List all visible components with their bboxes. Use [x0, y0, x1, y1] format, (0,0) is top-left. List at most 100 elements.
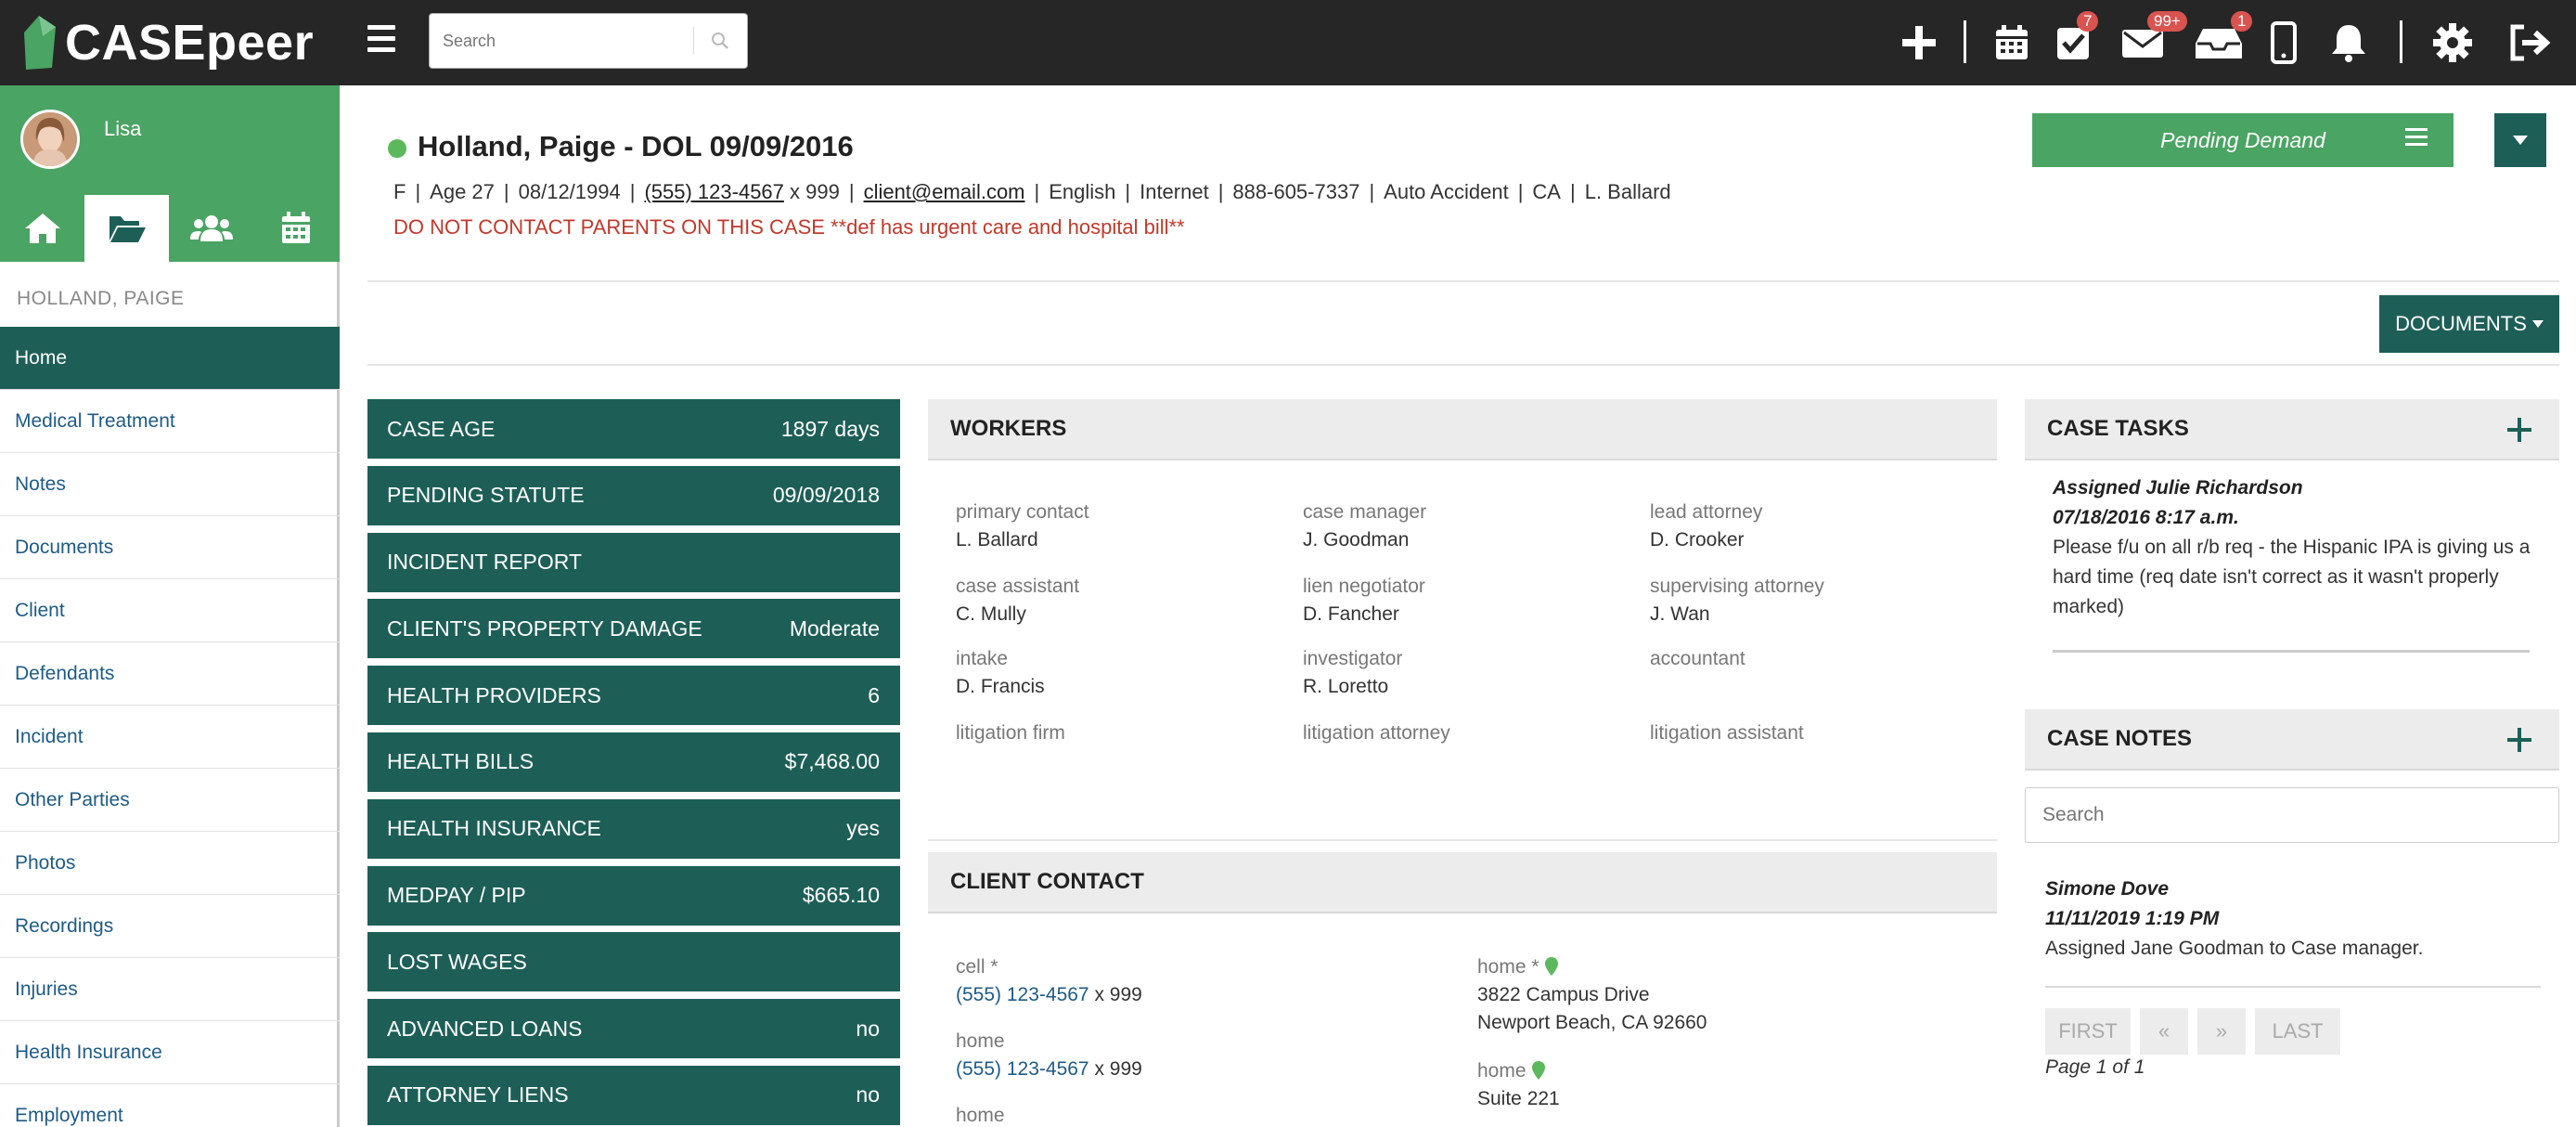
case-phone-link[interactable]: (555) 123-4567 [644, 180, 783, 203]
contact-label: home * [1477, 956, 1539, 978]
worker-value[interactable]: R. Loretto [1303, 676, 1637, 698]
pager-prev-button[interactable]: « [2140, 1008, 2188, 1055]
divider [367, 280, 2559, 282]
stat-label: INCIDENT REPORT [387, 550, 583, 575]
logout-icon[interactable] [2507, 15, 2552, 71]
add-note-plus-icon[interactable] [2507, 728, 2531, 752]
pager-next-button[interactable]: » [2197, 1008, 2246, 1055]
case-status-dot [388, 139, 406, 158]
search-icon[interactable] [708, 29, 732, 53]
contact-phone-link[interactable]: (555) 123-4567 [956, 1058, 1089, 1080]
sidebar: Lisa HOLLAND, PAIGE Home Medical Treatme… [0, 85, 340, 1127]
task-check-icon[interactable]: 7 [2054, 11, 2099, 71]
case-gender: F [393, 180, 406, 203]
worker-supervising-attorney: supervising attorney J. Wan [1650, 576, 1984, 626]
worker-label: case manager [1303, 501, 1427, 523]
worker-label: accountant [1650, 648, 1745, 669]
pager-page-info: Page 1 of 1 [2045, 1056, 2145, 1078]
users-icon [189, 215, 233, 241]
sidebar-item-medical-treatment[interactable]: Medical Treatment [0, 390, 340, 453]
case-warning-text: DO NOT CONTACT PARENTS ON THIS CASE **de… [393, 215, 1185, 239]
worker-case-manager: case manager J. Goodman [1303, 501, 1637, 551]
sidebar-item-notes[interactable]: Notes [0, 453, 340, 516]
case-phone2: 888-605-7337 [1232, 180, 1360, 203]
case-attorney: L. Ballard [1584, 180, 1671, 203]
case-type: Auto Accident [1384, 180, 1509, 203]
sidebar-item-home[interactable]: Home [0, 327, 340, 390]
sidebar-item-other-parties[interactable]: Other Parties [0, 769, 340, 832]
worker-litigation-assistant: litigation assistant [1650, 722, 1984, 750]
contact-address-2: home Suite 221 [1477, 1060, 1560, 1110]
sidebar-item-defendants[interactable]: Defendants [0, 642, 340, 706]
stat-property-damage[interactable]: CLIENT'S PROPERTY DAMAGE Moderate [367, 599, 900, 659]
phone-icon[interactable] [2270, 15, 2298, 71]
contact-home-phone: home (555) 123-4567 x 999 [956, 1030, 1142, 1081]
gear-icon[interactable] [2431, 15, 2474, 71]
worker-value[interactable]: D. Fancher [1303, 603, 1637, 626]
notes-search-input[interactable] [2026, 788, 2558, 842]
sidebar-item-injuries[interactable]: Injuries [0, 958, 340, 1021]
stat-health-bills[interactable]: HEALTH BILLS $7,468.00 [367, 732, 900, 792]
sidebar-item-documents[interactable]: Documents [0, 516, 340, 579]
worker-value[interactable]: C. Mully [956, 603, 1290, 626]
stat-incident-report[interactable]: INCIDENT REPORT [367, 532, 900, 592]
sidebar-item-client[interactable]: Client [0, 579, 340, 642]
stat-health-providers[interactable]: HEALTH PROVIDERS 6 [367, 666, 900, 726]
stat-attorney-liens[interactable]: ATTORNEY LIENS no [367, 1065, 900, 1125]
case-email-link[interactable]: client@email.com [864, 180, 1025, 203]
note-item[interactable]: Simone Dove 11/11/2019 1:19 PM Assigned … [2045, 874, 2546, 964]
case-stats-list: CASE AGE 1897 days PENDING STATUTE 09/09/2… [367, 399, 900, 1127]
mail-icon[interactable]: 99+ [2121, 11, 2187, 71]
tab-home[interactable] [0, 195, 84, 262]
note-text: Assigned Jane Goodman to Case manager. [2045, 938, 2424, 959]
worker-value[interactable]: D. Francis [956, 676, 1290, 698]
pager-last-button[interactable]: LAST [2255, 1008, 2340, 1055]
worker-value[interactable]: J. Wan [1650, 603, 1984, 626]
folder-icon [109, 216, 146, 242]
documents-dropdown-button[interactable]: DOCUMENTS [2379, 295, 2559, 353]
stat-pending-statute[interactable]: PENDING STATUTE 09/09/2018 [367, 465, 900, 525]
map-pin-icon[interactable] [1544, 957, 1558, 976]
sidebar-item-recordings[interactable]: Recordings [0, 895, 340, 958]
address-line-2: Newport Beach, CA 92660 [1477, 1012, 1707, 1033]
worker-value[interactable]: J. Goodman [1303, 529, 1637, 551]
case-status-button[interactable]: Pending Demand [2032, 113, 2454, 167]
task-item[interactable]: Assigned Julie Richardson 07/18/2016 8:1… [2053, 473, 2535, 622]
sidebar-item-health-insurance[interactable]: Health Insurance [0, 1021, 340, 1084]
status-dropdown-toggle[interactable] [2494, 113, 2546, 167]
sidebar-item-incident[interactable]: Incident [0, 706, 340, 769]
inbox-icon[interactable]: 1 [2194, 11, 2253, 71]
map-pin-icon[interactable] [1531, 1061, 1545, 1080]
menu-toggle-icon[interactable] [367, 25, 395, 57]
stat-case-age[interactable]: CASE AGE 1897 days [367, 399, 900, 459]
stat-label: LOST WAGES [387, 949, 527, 974]
stat-medpay-pip[interactable]: MEDPAY / PIP $665.10 [367, 865, 900, 926]
casepeer-logo[interactable]: CASEpeer [20, 7, 314, 78]
tab-case-files[interactable] [84, 195, 169, 262]
case-dob: 08/12/1994 [518, 180, 621, 203]
sidebar-item-photos[interactable]: Photos [0, 832, 340, 895]
add-task-plus-icon[interactable] [2507, 418, 2531, 442]
stat-label: CLIENT'S PROPERTY DAMAGE [387, 615, 702, 641]
contact-label: home [956, 1105, 1005, 1126]
worker-value[interactable]: L. Ballard [956, 529, 1290, 551]
stat-health-insurance[interactable]: HEALTH INSURANCE yes [367, 798, 900, 859]
worker-value[interactable]: D. Crooker [1650, 529, 1984, 551]
global-search-input[interactable] [443, 29, 693, 53]
stat-label: ADVANCED LOANS [387, 1016, 583, 1041]
note-date: 11/11/2019 1:19 PM [2045, 908, 2220, 929]
stat-lost-wages[interactable]: LOST WAGES [367, 932, 900, 992]
tab-calendar[interactable] [253, 195, 338, 262]
calendar-icon[interactable] [1993, 15, 2030, 71]
case-notes-heading: CASE NOTES [2047, 726, 2193, 751]
tab-contacts[interactable] [169, 195, 253, 262]
plus-icon[interactable] [1900, 15, 1938, 71]
pager-first-button[interactable]: FIRST [2045, 1008, 2131, 1055]
avatar[interactable] [20, 110, 80, 169]
stat-value: $665.10 [802, 883, 880, 908]
sidebar-item-employment[interactable]: Employment [0, 1084, 340, 1127]
bell-icon[interactable] [2329, 15, 2368, 71]
contact-phone-link[interactable]: (555) 123-4567 [956, 984, 1089, 1005]
toolbar-divider [1964, 20, 1966, 63]
stat-advanced-loans[interactable]: ADVANCED LOANS no [367, 999, 900, 1059]
